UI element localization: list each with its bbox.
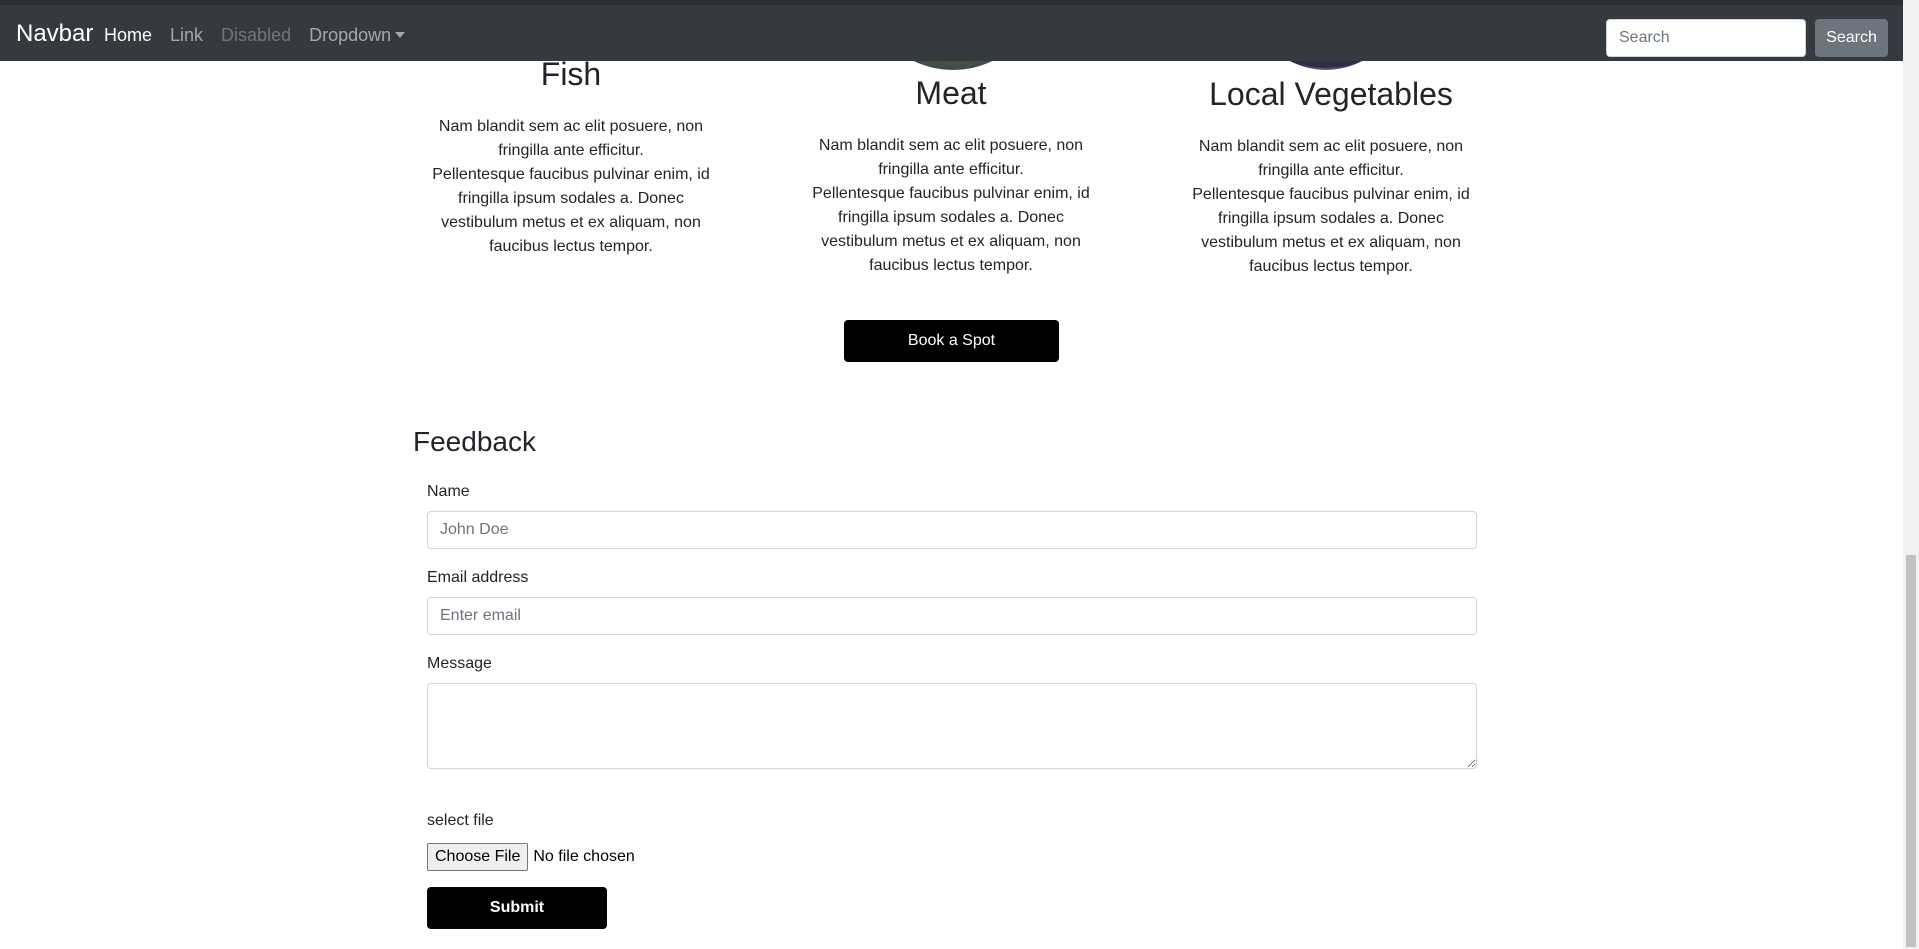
product-card-meat: Meat Nam blandit sem ac elit posuere, no… <box>806 75 1096 278</box>
file-status: No file chosen <box>533 848 635 865</box>
name-label: Name <box>427 483 470 500</box>
product-description-line-2: Pellentesque faucibus pulvinar enim, id … <box>812 185 1090 274</box>
product-title: Fish <box>540 56 602 92</box>
nav-link-home[interactable]: Home <box>104 25 162 46</box>
nav-links: Home Link Disabled Dropdown <box>104 25 423 46</box>
file-input[interactable]: Choose File No file chosen <box>427 843 635 871</box>
product-title: Meat <box>915 75 987 111</box>
email-field[interactable] <box>427 597 1477 635</box>
product-description-line-1: Nam blandit sem ac elit posuere, non fri… <box>818 137 1084 178</box>
nav-link-disabled: Disabled <box>221 25 292 45</box>
product-description: Nam blandit sem ac elit posuere, non fri… <box>806 134 1096 278</box>
product-description-line-1: Nam blandit sem ac elit posuere, non fri… <box>1198 138 1464 179</box>
navbar: Navbar Home Link Disabled Dropdown Searc… <box>0 0 1903 61</box>
caret-down-icon <box>395 32 406 38</box>
nav-link-link[interactable]: Link <box>170 25 213 46</box>
product-description-line-2: Pellentesque faucibus pulvinar enim, id … <box>1192 186 1470 275</box>
scrollbar-thumb[interactable] <box>1906 555 1916 947</box>
message-field[interactable] <box>427 683 1477 769</box>
product-description: Nam blandit sem ac elit posuere, non fri… <box>1186 135 1476 279</box>
navbar-brand[interactable]: Navbar <box>16 20 93 48</box>
email-label: Email address <box>427 569 529 586</box>
product-description-line-1: Nam blandit sem ac elit posuere, non fri… <box>438 118 704 159</box>
message-label: Message <box>427 655 492 672</box>
nav-dropdown-label: Dropdown <box>309 25 392 45</box>
product-description-line-2: Pellentesque faucibus pulvinar enim, id … <box>432 166 710 255</box>
feedback-title: Feedback <box>413 426 536 457</box>
name-field[interactable] <box>427 511 1477 549</box>
product-description: Nam blandit sem ac elit posuere, non fri… <box>426 115 716 259</box>
product-title: Local Vegetables <box>1209 76 1453 112</box>
file-label: select file <box>427 812 494 829</box>
choose-file-button[interactable]: Choose File <box>427 843 529 871</box>
product-card-fish: Fish Nam blandit sem ac elit posuere, no… <box>426 56 716 259</box>
submit-button[interactable]: Submit <box>427 887 607 929</box>
search-input[interactable] <box>1606 19 1806 57</box>
product-card-local-vegetables: Local Vegetables Nam blandit sem ac elit… <box>1186 76 1476 279</box>
vertical-scrollbar[interactable] <box>1903 0 1919 949</box>
book-a-spot-button[interactable]: Book a Spot <box>844 320 1059 362</box>
page: Navbar Home Link Disabled Dropdown Searc… <box>0 0 1919 949</box>
search-button[interactable]: Search <box>1815 19 1888 57</box>
nav-dropdown-toggle[interactable]: Dropdown <box>309 25 415 46</box>
